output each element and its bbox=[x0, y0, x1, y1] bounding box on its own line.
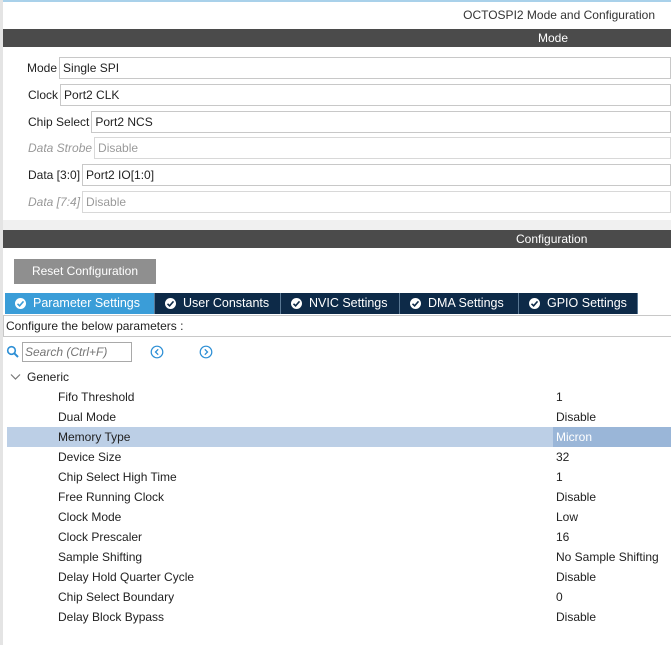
param-name: Device Size bbox=[58, 450, 122, 464]
tab-label: User Constants bbox=[183, 296, 270, 310]
tab-label: GPIO Settings bbox=[547, 296, 627, 310]
window-top-border bbox=[0, 0, 671, 2]
settings-tabs: Parameter Settings User Constants NVIC S… bbox=[5, 293, 638, 314]
param-value[interactable]: 16 bbox=[556, 527, 569, 547]
param-value[interactable]: No Sample Shifting bbox=[556, 547, 659, 567]
param-value[interactable]: 0 bbox=[556, 587, 563, 607]
search-input[interactable] bbox=[22, 342, 132, 362]
chip-select-field-row: Chip Select Port2 NCS bbox=[28, 111, 671, 133]
param-value[interactable]: Disable bbox=[556, 607, 596, 627]
check-circle-icon bbox=[165, 298, 176, 309]
data-7-4-select: Disable bbox=[82, 191, 671, 213]
data-7-4-field-label: Data [7:4] bbox=[28, 195, 81, 209]
mode-field-row: Mode Single SPI bbox=[27, 57, 671, 79]
search-next-icon[interactable] bbox=[199, 345, 213, 359]
parameter-list: Fifo Threshold 1 Dual Mode Disable Memor… bbox=[7, 387, 671, 627]
param-name: Free Running Clock bbox=[58, 490, 165, 504]
tab-label: DMA Settings bbox=[428, 296, 504, 310]
param-name: Delay Hold Quarter Cycle bbox=[58, 570, 195, 584]
param-value[interactable]: Disable bbox=[556, 407, 596, 427]
clock-field-label: Clock bbox=[28, 88, 59, 102]
generic-group-label: Generic bbox=[27, 370, 70, 384]
param-value[interactable]: Disable bbox=[556, 487, 596, 507]
mode-section-header: Mode bbox=[3, 29, 671, 47]
data-3-0-field-label: Data [3:0] bbox=[28, 168, 81, 182]
param-row-fifo-threshold[interactable]: Fifo Threshold 1 bbox=[7, 387, 671, 407]
check-circle-icon bbox=[15, 298, 26, 309]
param-name: Clock Prescaler bbox=[58, 530, 143, 544]
check-circle-icon bbox=[529, 298, 540, 309]
reset-configuration-button[interactable]: Reset Configuration bbox=[14, 259, 156, 284]
tab-nvic-settings[interactable]: NVIC Settings bbox=[281, 293, 400, 314]
mode-area: Mode Single SPI Clock Port2 CLK Chip Sel… bbox=[3, 47, 671, 220]
param-value[interactable]: 1 bbox=[556, 387, 563, 407]
tab-label: NVIC Settings bbox=[309, 296, 388, 310]
clock-field-row: Clock Port2 CLK bbox=[28, 84, 671, 106]
data-3-0-select[interactable]: Port2 IO[1:0] bbox=[82, 164, 671, 186]
generic-group-header[interactable]: Generic bbox=[10, 369, 69, 385]
param-row-delay-hold-quarter-cycle[interactable]: Delay Hold Quarter Cycle Disable bbox=[7, 567, 671, 587]
configure-instructions: Configure the below parameters : bbox=[3, 315, 671, 337]
check-circle-icon bbox=[291, 298, 302, 309]
param-name: Sample Shifting bbox=[58, 550, 143, 564]
search-bar bbox=[6, 342, 132, 362]
chip-select-field-label: Chip Select bbox=[28, 115, 90, 129]
param-value[interactable]: Low bbox=[556, 507, 578, 527]
param-row-device-size[interactable]: Device Size 32 bbox=[7, 447, 671, 467]
mode-field-label: Mode bbox=[27, 61, 58, 75]
param-row-sample-shifting[interactable]: Sample Shifting No Sample Shifting bbox=[7, 547, 671, 567]
param-row-memory-type[interactable]: Memory Type Micron bbox=[7, 427, 671, 447]
config-section-header: Configuration bbox=[3, 230, 671, 248]
param-name: Clock Mode bbox=[58, 510, 122, 524]
data-strobe-field-row: Data Strobe Disable bbox=[28, 137, 671, 159]
param-name: Fifo Threshold bbox=[58, 390, 135, 404]
param-row-dual-mode[interactable]: Dual Mode Disable bbox=[7, 407, 671, 427]
param-name: Memory Type bbox=[58, 430, 131, 444]
param-value[interactable]: 1 bbox=[556, 467, 563, 487]
param-row-free-running-clock[interactable]: Free Running Clock Disable bbox=[7, 487, 671, 507]
clock-select[interactable]: Port2 CLK bbox=[60, 84, 671, 106]
search-icon bbox=[6, 345, 19, 358]
data-7-4-field-row: Data [7:4] Disable bbox=[28, 191, 671, 213]
tab-label: Parameter Settings bbox=[33, 296, 140, 310]
param-value[interactable]: Micron bbox=[553, 427, 671, 447]
data-strobe-field-label: Data Strobe bbox=[28, 141, 93, 155]
param-name: Chip Select High Time bbox=[58, 470, 177, 484]
check-circle-icon bbox=[410, 298, 421, 309]
chip-select-select[interactable]: Port2 NCS bbox=[91, 111, 671, 133]
tab-gpio-settings[interactable]: GPIO Settings bbox=[519, 293, 638, 314]
param-row-clock-mode[interactable]: Clock Mode Low bbox=[7, 507, 671, 527]
mode-select[interactable]: Single SPI bbox=[59, 57, 671, 79]
param-name: Chip Select Boundary bbox=[58, 590, 175, 604]
mode-section-title: Mode bbox=[538, 31, 569, 45]
data-3-0-field-row: Data [3:0] Port2 IO[1:0] bbox=[28, 164, 671, 186]
param-name: Delay Block Bypass bbox=[58, 610, 165, 624]
param-name: Dual Mode bbox=[58, 410, 117, 424]
param-row-clock-prescaler[interactable]: Clock Prescaler 16 bbox=[7, 527, 671, 547]
data-strobe-select: Disable bbox=[94, 137, 671, 159]
tab-user-constants[interactable]: User Constants bbox=[155, 293, 281, 314]
param-row-chip-select-high-time[interactable]: Chip Select High Time 1 bbox=[7, 467, 671, 487]
chevron-down-icon bbox=[10, 374, 21, 380]
config-section-title: Configuration bbox=[516, 232, 588, 246]
param-value[interactable]: 32 bbox=[556, 447, 569, 467]
search-previous-icon[interactable] bbox=[150, 345, 164, 359]
param-value[interactable]: Disable bbox=[556, 567, 596, 587]
tab-dma-settings[interactable]: DMA Settings bbox=[400, 293, 519, 314]
param-row-delay-block-bypass[interactable]: Delay Block Bypass Disable bbox=[7, 607, 671, 627]
tab-parameter-settings[interactable]: Parameter Settings bbox=[5, 293, 155, 314]
panel-title: OCTOSPI2 Mode and Configuration bbox=[463, 8, 655, 22]
section-separator bbox=[3, 220, 671, 230]
param-row-chip-select-boundary[interactable]: Chip Select Boundary 0 bbox=[7, 587, 671, 607]
